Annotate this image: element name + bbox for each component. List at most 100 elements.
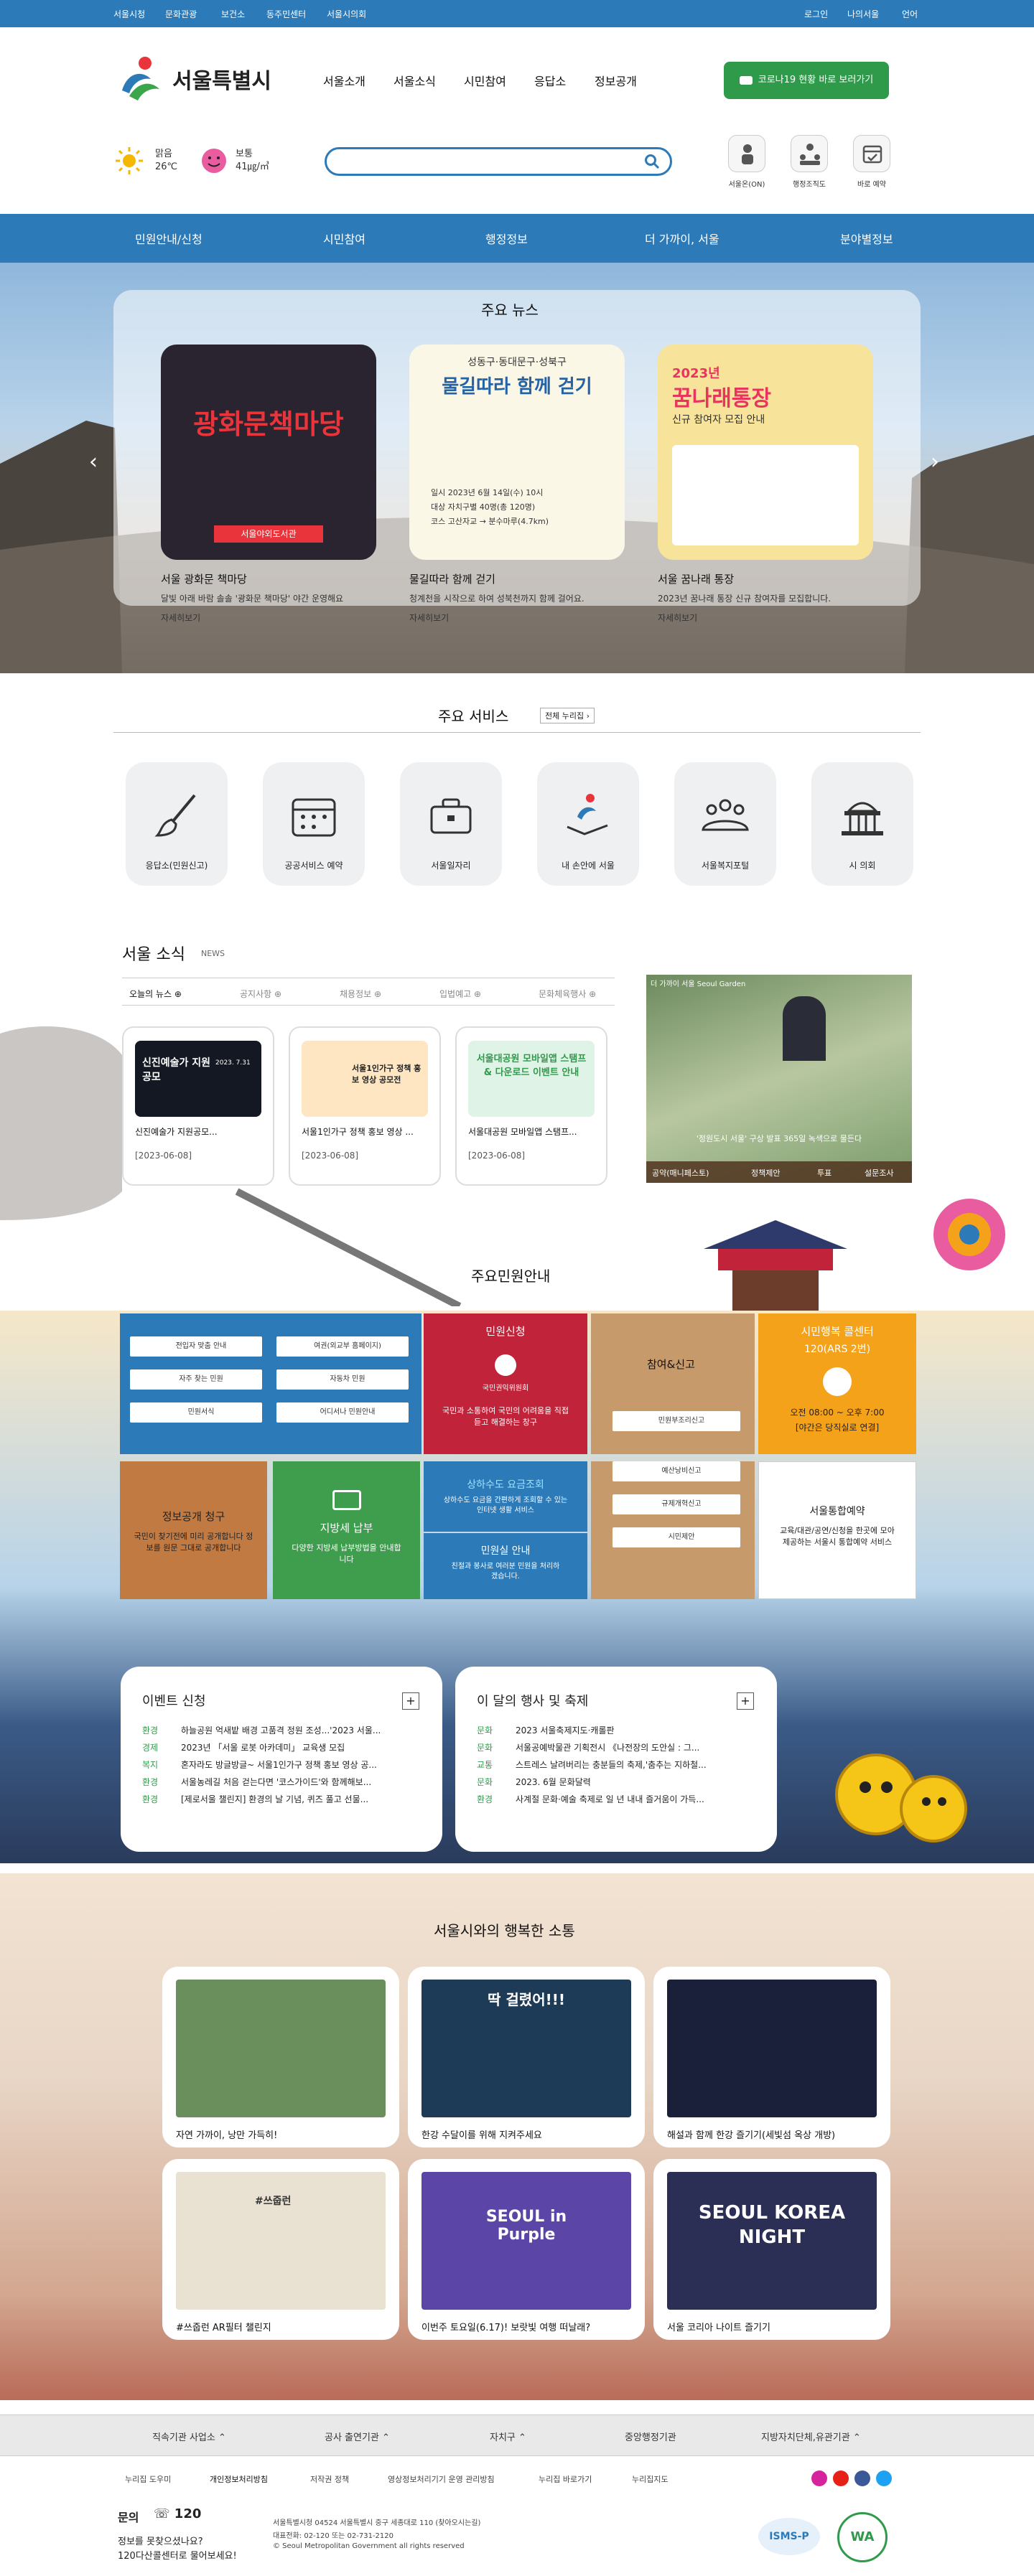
service-jobs[interactable]: 서울일자리 xyxy=(400,762,502,886)
hero-next-arrow[interactable]: › xyxy=(931,449,939,474)
monthly-row[interactable]: 문화 서울공예박물관 기획전시 《나전장의 도안실 : 그... xyxy=(477,1741,742,1758)
hero-prev-arrow[interactable]: ‹ xyxy=(89,449,98,474)
monthly-more-plus-icon[interactable]: + xyxy=(737,1692,754,1710)
tab-legislation[interactable]: 입법예고 ⊕ xyxy=(439,988,481,1000)
facebook-icon[interactable] xyxy=(854,2470,870,2486)
quick-org-chart[interactable]: 행정조직도 xyxy=(791,135,828,189)
covid-status-button[interactable]: 코로나19 현황 바로 보러가기 xyxy=(724,62,889,99)
service-mobile-seoul[interactable]: 내 손안에 서울 xyxy=(537,762,639,886)
youtube-icon[interactable] xyxy=(833,2470,849,2486)
quick-seoul-on[interactable]: 서울온(ON) xyxy=(728,135,765,189)
news-card[interactable]: 2023년 꿈나래통장 신규 참여자 모집 안내 서울 꿈나래 통장 2023년… xyxy=(658,345,873,624)
service-reservation[interactable]: 공공서비스 예약 xyxy=(263,762,365,886)
footer-sitemap[interactable]: 누리집지도 xyxy=(632,2473,669,2485)
comm-card[interactable]: 딱 걸렸어!!! 한강 수달이를 위해 지켜주세요 xyxy=(408,1967,645,2148)
comm-card[interactable]: SEOUL in Purple 이번주 토요일(6.17)! 보랏빛 여행 떠날래… xyxy=(408,2159,645,2340)
news-card[interactable]: 성동구·동대문구·성북구 물길따라 함께 걷기 일시 2023년 6월 14일(… xyxy=(409,345,625,624)
footer-shortcut[interactable]: 누리집 바로가기 xyxy=(539,2473,592,2485)
news-more-link[interactable]: 자세히보기 xyxy=(161,612,376,624)
all-sites-link[interactable]: 전체 누리집 › xyxy=(540,708,595,723)
civil-btn-move-in[interactable]: 전입자 맞춤 안내 xyxy=(130,1336,262,1357)
civil-local-tax[interactable]: 지방세 납부 다양한 지방세 납부방법을 안내합니다 xyxy=(273,1461,420,1599)
civil-btn-passport[interactable]: 여권(외교부 홈페이지) xyxy=(276,1336,409,1357)
gnb-response[interactable]: 응답소 xyxy=(534,72,566,89)
news-list-card[interactable]: 신진예술가 지원공모 2023. 7.31 신진예술가 지원공모... [2023… xyxy=(122,1026,274,1186)
comm-card[interactable]: SEOUL KOREA NIGHT 서울 코리아 나이트 즐기기 xyxy=(653,2159,890,2340)
nav-civil[interactable]: 민원안내/신청 xyxy=(135,230,202,247)
news-more-link[interactable]: 자세히보기 xyxy=(409,612,625,624)
civil-btn-faq[interactable]: 자주 찾는 민원 xyxy=(130,1369,262,1390)
tab-culture[interactable]: 문화체육행사 ⊕ xyxy=(539,988,596,1000)
civil-btn-anywhere[interactable]: 어디서나 민원안내 xyxy=(276,1402,409,1423)
event-more-plus-icon[interactable]: + xyxy=(402,1692,419,1710)
service-welfare[interactable]: 서울복지포털 xyxy=(674,762,776,886)
util-link-health[interactable]: 보건소 xyxy=(221,8,245,20)
civil-btn-forms[interactable]: 민원서식 xyxy=(130,1402,262,1423)
util-link-community[interactable]: 동주민센터 xyxy=(266,8,306,20)
report-regulation[interactable]: 규제개혁신고 xyxy=(613,1494,740,1514)
util-link-culture[interactable]: 문화관광 xyxy=(165,8,197,20)
footer-link-districts[interactable]: 자치구 ⌃ xyxy=(490,2430,526,2443)
civil-booking[interactable]: 서울통합예약 교육/대관/공연/신청을 한곳에 모아 제공하는 서울시 통합예약… xyxy=(758,1461,916,1599)
civil-hotline[interactable]: 시민행복 콜센터 120(ARS 2번) 오전 08:00 ~ 오후 7:00 … xyxy=(758,1313,916,1454)
tab-notice[interactable]: 공지사항 ⊕ xyxy=(240,988,281,1000)
instagram-icon[interactable] xyxy=(811,2470,827,2486)
comm-card[interactable]: #쓰줍런 #쓰줍런 AR필터 챌린지 xyxy=(162,2159,399,2340)
util-link-cityhall[interactable]: 서울시청 xyxy=(113,8,145,20)
policy-photo[interactable]: 더 가까이 서울 Seoul Garden '정원도시 서울' 구상 발표 36… xyxy=(646,975,912,1183)
news-list-card[interactable]: 서울대공원 모바일앱 스탬프 & 다운로드 이벤트 안내 서울대공원 모바일앱 … xyxy=(455,1026,607,1186)
event-row[interactable]: 환경 서울농레길 처음 걷는다면 '코스가이드'와 함께해보... xyxy=(142,1776,408,1793)
civil-apply[interactable]: 민원신청 국민권익위원회 국민과 소통하여 국민의 어려움을 직접 듣고 해결하… xyxy=(424,1313,587,1454)
util-link-council[interactable]: 서울시의회 xyxy=(327,8,366,20)
gnb-participation[interactable]: 시민참여 xyxy=(464,72,506,89)
footer-link-agencies[interactable]: 직속기관 사업소 ⌃ xyxy=(152,2430,226,2443)
nav-closer-seoul[interactable]: 더 가까이, 서울 xyxy=(645,230,719,247)
service-response[interactable]: 응답소(민원신고) xyxy=(126,762,228,886)
link-vote[interactable]: 투표 xyxy=(817,1167,832,1179)
login-link[interactable]: 로그인 xyxy=(804,8,828,20)
event-row[interactable]: 경제 2023년 「서울 로봇 아카데미」 교육생 모집 xyxy=(142,1741,408,1758)
news-card[interactable]: 광화문책마당 서울야외도서관 서울 광화문 책마당 달빛 아래 바람 솔솔 '광… xyxy=(161,345,376,624)
event-row[interactable]: 환경 [제로서울 챌린지] 환경의 날 기념, 퀴즈 풀고 선물... xyxy=(142,1793,408,1810)
report-corruption[interactable]: 민원부조리신고 xyxy=(613,1411,740,1431)
my-seoul-link[interactable]: 나의서울 xyxy=(847,8,879,20)
comm-card[interactable]: 해설과 함께 한강 즐기기(세빛섬 옥상 개방) xyxy=(653,1967,890,2148)
monthly-row[interactable]: 문화 2023 서울축제지도·캐롤판 xyxy=(477,1724,742,1741)
monthly-row[interactable]: 환경 사계절 문화·예술 축제로 일 년 내내 즐거움이 가득... xyxy=(477,1793,742,1810)
nav-field-info[interactable]: 분야별정보 xyxy=(840,230,893,247)
service-council[interactable]: 시 의회 xyxy=(811,762,913,886)
news-list-card[interactable]: 서울1인가구 정책 홍보 영상 공모전 서울1인가구 정책 홍보 영상 ... … xyxy=(289,1026,441,1186)
event-row[interactable]: 복지 혼자라도 방글방글~ 서울1인가구 정책 홍보 영상 공... xyxy=(142,1758,408,1776)
nav-participation[interactable]: 시민참여 xyxy=(323,230,365,247)
report-budget[interactable]: 예산낭비신고 xyxy=(613,1461,740,1481)
quick-reservation[interactable]: 바로 예약 xyxy=(853,135,890,189)
footer-copyright-policy[interactable]: 저작권 정책 xyxy=(310,2473,349,2485)
report-proposal[interactable]: 시민제안 xyxy=(613,1527,740,1547)
site-logo[interactable]: 서울특별시 xyxy=(113,50,279,115)
footer-helper[interactable]: 누리집 도우미 xyxy=(125,2473,171,2485)
news-more-link[interactable]: 자세히보기 xyxy=(658,612,873,624)
link-proposal[interactable]: 정책제안 xyxy=(751,1167,780,1179)
event-row[interactable]: 환경 하늘공원 억새밭 배경 고품격 정원 조성...'2023 서울... xyxy=(142,1724,408,1741)
gnb-about[interactable]: 서울소개 xyxy=(323,72,365,89)
nav-admin-info[interactable]: 행정정보 xyxy=(485,230,528,247)
twitter-icon[interactable] xyxy=(876,2470,892,2486)
tab-jobs[interactable]: 채용정보 ⊕ xyxy=(340,988,381,1000)
footer-link-local[interactable]: 지방자치단체,유관기관 ⌃ xyxy=(761,2430,861,2443)
civil-btn-car[interactable]: 자동차 민원 xyxy=(276,1369,409,1390)
link-manifesto[interactable]: 공약(매니페스토) xyxy=(652,1167,709,1179)
footer-link-corporations[interactable]: 공사 출연기관 ⌃ xyxy=(325,2430,390,2443)
footer-privacy[interactable]: 개인정보처리방침 xyxy=(210,2473,268,2485)
civil-office-guide[interactable]: 민원실 안내 친절과 봉사로 여러분 민원을 처리하겠습니다. xyxy=(424,1533,587,1599)
footer-cctv-policy[interactable]: 영상정보처리기기 운영 관리방침 xyxy=(388,2473,495,2485)
search-icon[interactable] xyxy=(644,154,660,169)
search-input[interactable] xyxy=(338,154,625,171)
gnb-disclosure[interactable]: 정보공개 xyxy=(595,72,637,89)
comm-card[interactable]: 자연 가까이, 낭만 가득히! xyxy=(162,1967,399,2148)
civil-info-request[interactable]: 정보공개 청구 국민이 찾기전에 미리 공개합니다 정보를 원문 그대로 공개합… xyxy=(120,1461,267,1599)
link-survey[interactable]: 설문조사 xyxy=(865,1167,893,1179)
monthly-row[interactable]: 문화 2023. 6월 문화달력 xyxy=(477,1776,742,1793)
monthly-row[interactable]: 교통 스트레스 날려버리는 충분들의 축제,'춤추는 지하철... xyxy=(477,1758,742,1776)
tab-today-news[interactable]: 오늘의 뉴스 ⊕ xyxy=(129,988,182,1000)
civil-water-fee[interactable]: 상하수도 요금조회 상하수도 요금을 간편하게 조회할 수 있는 인터넷 생활 … xyxy=(424,1461,587,1532)
